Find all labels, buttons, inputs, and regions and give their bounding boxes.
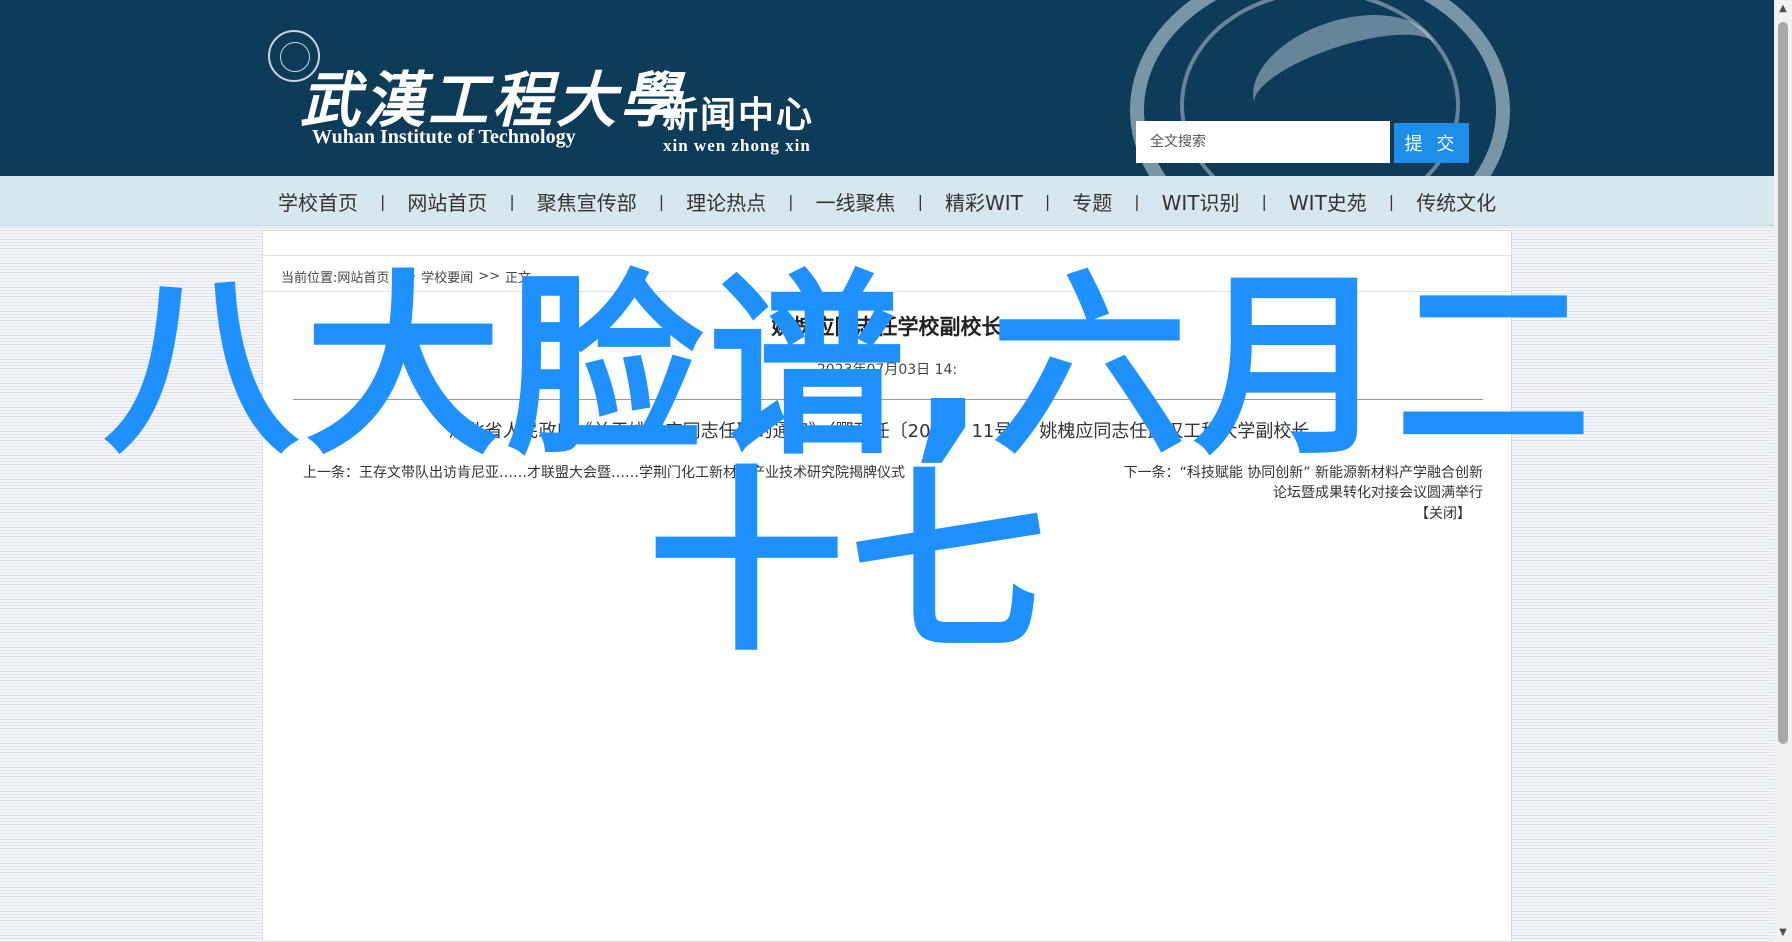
nav-separator: | <box>1044 191 1051 211</box>
article-body: 湖北省人民政府《关于姚槐应同志任职的通知》（鄂政任〔2023〕11号），姚槐应同… <box>448 421 1328 442</box>
school-name-en[interactable]: Wuhan Institute of Technology <box>312 126 576 149</box>
nav-item-publicity[interactable]: 聚焦宣传部 <box>537 187 637 216</box>
site-header: 武漢工程大學 Wuhan Institute of Technology 新闻中… <box>0 0 1774 176</box>
news-center-title[interactable]: 新闻中心 <box>662 86 814 138</box>
nav-separator: | <box>917 191 923 211</box>
divider <box>263 291 1511 292</box>
breadcrumb: 当前位置: 网站首页 >> 学校要闻 >> 正文 <box>281 267 531 286</box>
nav-separator: | <box>509 191 515 211</box>
nav-item-wit-history[interactable]: WIT史苑 <box>1289 187 1367 216</box>
search-submit-button[interactable]: 提 交 <box>1394 123 1469 163</box>
vertical-scrollbar[interactable]: ▲ ▼ <box>1774 0 1792 942</box>
nav-separator: | <box>1261 191 1267 211</box>
nav-separator: | <box>788 191 794 211</box>
content-panel: 当前位置: 网站首页 >> 学校要闻 >> 正文 姚槐应同志任学校副校长 202… <box>262 230 1512 942</box>
breadcrumb-current: 正文 <box>505 271 532 286</box>
nav-item-wit-identity[interactable]: WIT识别 <box>1162 187 1240 216</box>
nav-item-school-home[interactable]: 学校首页 <box>278 187 358 216</box>
breadcrumb-school-news[interactable]: 学校要闻 <box>421 267 473 286</box>
nav-item-theory[interactable]: 理论热点 <box>686 187 766 216</box>
nav-item-wonderful-wit[interactable]: 精彩WIT <box>945 187 1023 216</box>
divider <box>293 399 1483 400</box>
nav-item-topics[interactable]: 专题 <box>1072 187 1112 216</box>
nav-item-traditional-culture[interactable]: 传统文化 <box>1416 187 1496 216</box>
scroll-down-arrow-icon[interactable]: ▼ <box>1774 924 1792 942</box>
nav-separator: | <box>1388 191 1395 211</box>
next-article-title: “科技赋能 协同创新” 新能源新材料产学融合创新论坛暨成果转化对接会议圆满举行 <box>1179 465 1483 501</box>
nav-item-site-home[interactable]: 网站首页 <box>407 187 487 216</box>
next-article-link[interactable]: 下一条：“科技赋能 协同创新” 新能源新材料产学融合创新论坛暨成果转化对接会议圆… <box>1123 463 1483 503</box>
nav-separator: | <box>658 191 665 211</box>
nav-list: 学校首页 | 网站首页 | 聚焦宣传部 | 理论热点 | 一线聚焦 | 精彩WI… <box>278 176 1496 226</box>
nav-separator: | <box>380 191 386 211</box>
nav-separator: | <box>1134 191 1140 211</box>
nav-item-frontline[interactable]: 一线聚焦 <box>816 187 896 216</box>
breadcrumb-separator: >> <box>478 269 501 284</box>
breadcrumb-separator: >> <box>394 269 417 284</box>
article-title: 姚槐应同志任学校副校长 <box>771 315 1003 339</box>
prev-article-link[interactable]: 上一条：王存文带队出访肯尼亚……才联盟大会暨……学荆门化工新材料产业技术研究院揭… <box>303 463 905 483</box>
close-button[interactable]: 【关闭】 <box>1415 503 1471 523</box>
news-center-subtitle: xin wen zhong xin <box>663 136 811 155</box>
main-nav: 学校首页 | 网站首页 | 聚焦宣传部 | 理论热点 | 一线聚焦 | 精彩WI… <box>0 176 1774 226</box>
breadcrumb-prefix: 当前位置: <box>281 271 338 286</box>
divider <box>263 255 1511 256</box>
breadcrumb-site-home[interactable]: 网站首页 <box>337 267 389 286</box>
article-meta: 2023年07月03日 14: <box>816 362 958 378</box>
search-input[interactable] <box>1136 121 1390 163</box>
scroll-up-arrow-icon[interactable]: ▲ <box>1774 0 1792 18</box>
next-article-prefix: 下一条： <box>1123 465 1180 481</box>
scroll-thumb[interactable] <box>1778 22 1788 744</box>
